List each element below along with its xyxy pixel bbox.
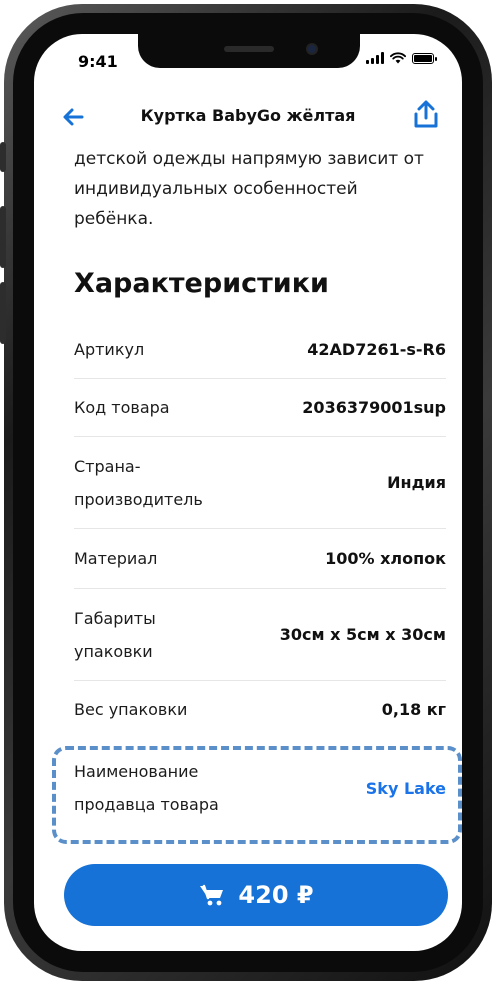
seller-highlight	[52, 746, 462, 844]
description-line: индивидуальных особенностей	[74, 179, 358, 199]
status-icons	[366, 52, 437, 64]
cart-price: 420 ₽	[238, 881, 314, 909]
spec-label: Артикул	[74, 339, 145, 359]
status-time: 9:41	[78, 52, 118, 71]
spec-label-line: упаковки	[74, 641, 153, 661]
spec-label-line: Габариты	[74, 608, 156, 628]
navigation-bar: Куртка BabyGo жёлтая	[34, 96, 462, 140]
spec-value: 100% хлопок	[325, 549, 446, 568]
spec-value: 42AD7261-s-R6	[307, 339, 446, 359]
spec-row-package-size: Габариты упаковки 30см х 5см х 30см	[74, 589, 446, 681]
spec-label: Страна- производитель	[74, 450, 203, 516]
spec-row-article: Артикул 42AD7261-s-R6	[74, 320, 446, 379]
spec-label: Код товара	[74, 398, 170, 417]
page-title: Куртка BabyGo жёлтая	[140, 106, 356, 125]
spec-value: 2036379001sup	[302, 398, 446, 417]
wifi-icon	[390, 52, 406, 64]
spec-row-country: Страна- производитель Индия	[74, 437, 446, 529]
product-content: детской одежды напрямую зависит от индив…	[74, 144, 444, 299]
spec-row-product-code: Код товара 2036379001sup	[74, 379, 446, 437]
spec-value: 0,18 кг	[381, 699, 446, 719]
spec-label-line: Страна-	[74, 456, 141, 476]
spec-row-package-weight: Вес упаковки 0,18 кг	[74, 681, 446, 737]
spec-label: Вес упаковки	[74, 699, 188, 719]
phone-mute-switch	[0, 142, 6, 172]
signal-icon	[366, 52, 384, 64]
add-to-cart-button[interactable]: 420 ₽	[64, 864, 448, 926]
phone-volume-down	[0, 282, 6, 344]
spec-value: 30см х 5см х 30см	[279, 625, 446, 644]
spec-label-line: производитель	[74, 489, 203, 509]
cart-icon	[200, 884, 224, 906]
spec-label: Материал	[74, 549, 158, 568]
share-icon[interactable]	[412, 98, 440, 132]
screen: 9:41 Куртка BabyGo жёлтая детской одежды…	[34, 34, 462, 951]
product-description: детской одежды напрямую зависит от индив…	[74, 144, 444, 234]
phone-volume-up	[0, 206, 6, 268]
description-line: ребёнка.	[74, 209, 154, 229]
front-camera	[306, 43, 318, 55]
spec-label: Габариты упаковки	[74, 602, 156, 668]
specs-title: Характеристики	[74, 268, 329, 299]
spec-row-material: Материал 100% хлопок	[74, 529, 446, 589]
battery-icon	[412, 52, 437, 64]
description-line: детской одежды напрямую зависит от	[74, 149, 424, 169]
spec-value: Индия	[387, 473, 446, 492]
speaker-grille	[224, 46, 274, 52]
notch	[138, 34, 360, 68]
